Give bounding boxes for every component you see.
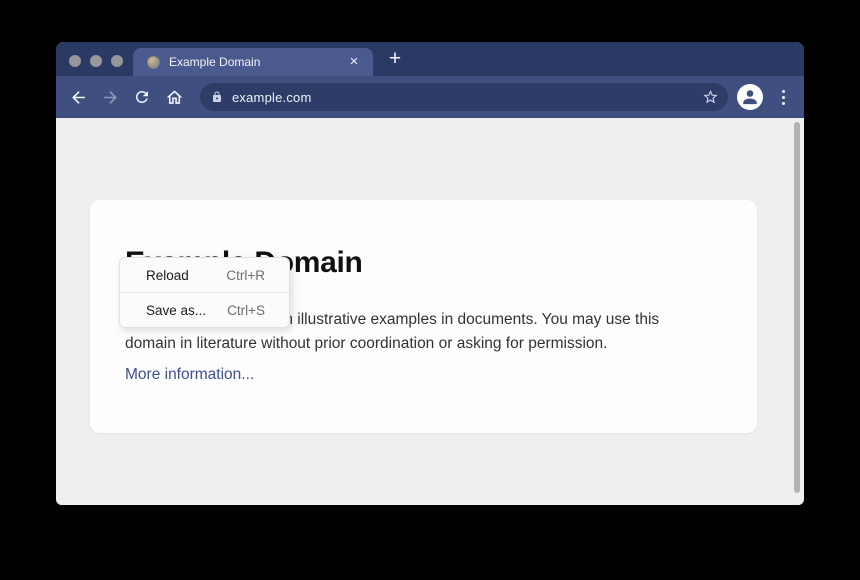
menu-item-shortcut: Ctrl+S <box>227 303 265 318</box>
tab-example-domain[interactable]: Example Domain × <box>133 48 373 76</box>
back-icon <box>69 88 88 107</box>
url-text: example.com <box>232 90 312 105</box>
more-information-link[interactable]: More information... <box>125 366 254 384</box>
minimize-traffic-light-icon[interactable] <box>90 55 102 67</box>
page-content: Example Domain This domain is for use in… <box>56 118 804 505</box>
browser-window: Example Domain × + example.com <box>56 42 804 505</box>
menu-item-shortcut: Ctrl+R <box>226 268 265 283</box>
close-traffic-light-icon[interactable] <box>69 55 81 67</box>
kebab-menu-icon <box>782 90 785 93</box>
traffic-lights <box>69 55 123 67</box>
forward-icon <box>101 88 120 107</box>
navigation-toolbar: example.com <box>56 76 804 118</box>
context-menu: Reload Ctrl+R Save as... Ctrl+S <box>119 257 290 328</box>
back-button[interactable] <box>62 76 94 118</box>
kebab-menu-icon <box>782 102 785 105</box>
context-menu-item-save-as[interactable]: Save as... Ctrl+S <box>120 293 289 327</box>
forward-button[interactable] <box>94 76 126 118</box>
home-icon <box>165 88 184 107</box>
tab-title: Example Domain <box>169 55 260 69</box>
new-tab-button[interactable]: + <box>381 46 409 72</box>
menu-item-label: Reload <box>146 268 189 283</box>
lock-icon <box>211 90 223 104</box>
bookmark-star-icon[interactable] <box>702 89 719 106</box>
browser-menu-button[interactable] <box>775 76 791 118</box>
profile-avatar-button[interactable] <box>737 84 763 110</box>
menu-item-label: Save as... <box>146 303 206 318</box>
tab-favicon-globe-icon <box>147 56 160 69</box>
vertical-scrollbar[interactable] <box>794 122 800 493</box>
profile-icon <box>739 86 761 108</box>
context-menu-item-reload[interactable]: Reload Ctrl+R <box>120 258 289 292</box>
reload-icon <box>133 88 151 106</box>
reload-button[interactable] <box>126 76 158 118</box>
tab-close-icon[interactable]: × <box>345 53 363 71</box>
zoom-traffic-light-icon[interactable] <box>111 55 123 67</box>
address-bar[interactable]: example.com <box>200 83 728 111</box>
kebab-menu-icon <box>782 96 785 99</box>
home-button[interactable] <box>158 76 190 118</box>
title-bar: Example Domain × + <box>56 42 804 76</box>
